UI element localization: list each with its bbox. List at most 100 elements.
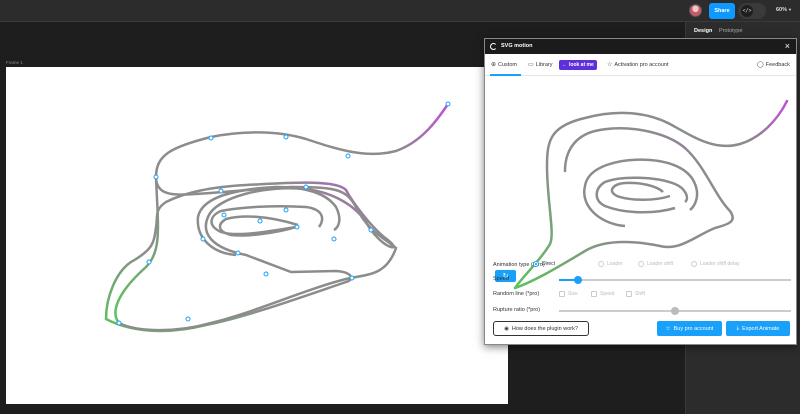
chevron-down-icon: ▼ (788, 7, 792, 12)
speed-slider-thumb[interactable] (574, 276, 582, 284)
how-it-works-button[interactable]: ◉ How does the plugin work? (493, 321, 589, 336)
anchor-point[interactable] (283, 207, 289, 213)
radio-loader-shift-delay[interactable]: Loader shift delay (691, 261, 739, 267)
preview-path-inner-3 (610, 181, 671, 201)
tab-feedback[interactable]: ◯ Feedback (757, 61, 790, 69)
anchor-point[interactable] (294, 224, 300, 230)
preview-svg (513, 99, 789, 290)
zoom-dropdown[interactable]: 60%▼ (776, 7, 792, 13)
code-icon: </> (741, 5, 753, 17)
star-icon: ☆ (607, 62, 613, 68)
radio-indicator (598, 261, 604, 267)
anchor-point[interactable] (331, 236, 337, 242)
anchor-point[interactable] (303, 184, 309, 190)
random-line-label: Random line (*pro) (493, 291, 540, 297)
canvas-vector-path-main[interactable] (114, 102, 450, 325)
checkbox-box (559, 291, 565, 297)
radio-loader[interactable]: Loader (598, 261, 623, 267)
how-it-works-label: How does the plugin work? (511, 325, 578, 332)
close-icon[interactable]: × (785, 41, 790, 51)
tab-custom-label: Custom (498, 61, 517, 68)
share-button[interactable]: Share (709, 3, 735, 19)
preview-path-inner-1 (582, 158, 699, 228)
download-icon: ⤓ (736, 325, 740, 331)
dev-mode-toggle[interactable]: </> (738, 3, 766, 19)
anchor-point[interactable] (235, 250, 241, 256)
frame-label[interactable]: Frame 1 (6, 60, 23, 65)
tab-library[interactable]: ▭ Library (528, 61, 553, 69)
checkbox-box (591, 291, 597, 297)
buy-pro-button[interactable]: ☆ Buy pro account (657, 321, 722, 336)
user-avatar[interactable] (689, 4, 702, 17)
export-animate-label: Export Animate (742, 325, 780, 332)
checkbox-box (626, 291, 632, 297)
animation-preview: ↻ (485, 76, 798, 292)
canvas-vector-path[interactable] (104, 181, 396, 333)
tab-feedback-label: Feedback (765, 61, 790, 68)
anchor-point[interactable] (445, 101, 451, 107)
anchor-point[interactable] (345, 153, 351, 159)
rupture-ratio-label: Rupture ratio (*pro) (493, 307, 541, 313)
canvas-frame[interactable] (6, 67, 508, 404)
anchor-point[interactable] (185, 316, 191, 322)
radio-direct-label: Direct (542, 261, 556, 267)
plugin-tabs: ⊕ Custom ▭ Library ☆ Activation pro acco… (485, 54, 796, 76)
tab-activation-label: Activation pro account (614, 61, 669, 68)
svg-motion-plugin-window: SVG motion × ⊕ Custom ▭ Library ☆ Activa… (484, 38, 797, 345)
anchor-point[interactable] (257, 218, 263, 224)
radio-indicator (533, 261, 539, 267)
radio-loader-shift[interactable]: Loader shift (638, 261, 673, 267)
anchor-point[interactable] (263, 271, 269, 277)
star-icon: ☆ (665, 325, 671, 332)
checkbox-shift-label: Shift (635, 291, 646, 297)
arrow-left-icon: ← (562, 62, 567, 68)
anchor-point[interactable] (368, 227, 374, 233)
look-at-me-button[interactable]: ← look at me (559, 60, 597, 70)
vector-path-canvas[interactable] (6, 67, 508, 404)
plugin-logo-icon (490, 43, 497, 50)
checkbox-size[interactable]: Size (559, 291, 578, 297)
chat-bubble-icon: ◯ (757, 62, 764, 68)
checkbox-speed[interactable]: Speed (591, 291, 614, 297)
anchor-point[interactable] (208, 135, 214, 141)
radio-indicator (691, 261, 697, 267)
anchor-point[interactable] (283, 134, 289, 140)
checkbox-size-label: Size (568, 291, 578, 297)
plugin-title: SVG motion (501, 43, 533, 49)
checkbox-speed-label: Speed (600, 291, 615, 297)
canvas-vector-path-outer[interactable] (118, 176, 398, 332)
anchor-point[interactable] (153, 174, 159, 180)
anchor-point[interactable] (116, 320, 122, 326)
buy-pro-label: Buy pro account (673, 325, 714, 332)
tab-prototype[interactable]: Prototype (719, 28, 743, 34)
checkbox-shift[interactable]: Shift (626, 291, 645, 297)
canvas-vector-path-inner-2[interactable] (210, 204, 324, 236)
folder-icon: ▭ (528, 62, 534, 68)
tab-custom[interactable]: ⊕ Custom (491, 61, 517, 69)
rupture-ratio-slider-thumb[interactable] (671, 307, 679, 315)
globe-icon: ⊕ (491, 62, 497, 68)
export-animate-button[interactable]: ⤓ Export Animate (726, 321, 790, 336)
radio-loader-label: Loader (607, 261, 623, 267)
tab-library-label: Library (535, 61, 553, 68)
tab-design[interactable]: Design (694, 28, 712, 34)
radio-loader-shift-label: Loader shift (647, 261, 674, 267)
tab-activation-pro[interactable]: ☆ Activation pro account (607, 61, 669, 69)
rupture-ratio-slider[interactable] (559, 307, 791, 315)
speed-label: Speed (493, 276, 509, 282)
zoom-label: 60% (776, 7, 788, 13)
anchor-point[interactable] (349, 275, 355, 281)
speed-slider[interactable] (559, 276, 791, 284)
radio-direct[interactable]: Direct (533, 261, 555, 267)
anchor-point[interactable] (146, 259, 152, 265)
top-toolbar: Share </> 60%▼ (0, 0, 800, 22)
plugin-header[interactable]: SVG motion × (485, 39, 796, 54)
radio-indicator (638, 261, 644, 267)
anchor-point[interactable] (200, 236, 206, 242)
anchor-point[interactable] (221, 212, 227, 218)
preview-path-main (513, 99, 789, 290)
help-icon: ◉ (504, 325, 509, 332)
radio-loader-shift-delay-label: Loader shift delay (700, 261, 740, 267)
anchor-point[interactable] (218, 188, 224, 194)
look-at-me-label: look at me (569, 62, 594, 68)
